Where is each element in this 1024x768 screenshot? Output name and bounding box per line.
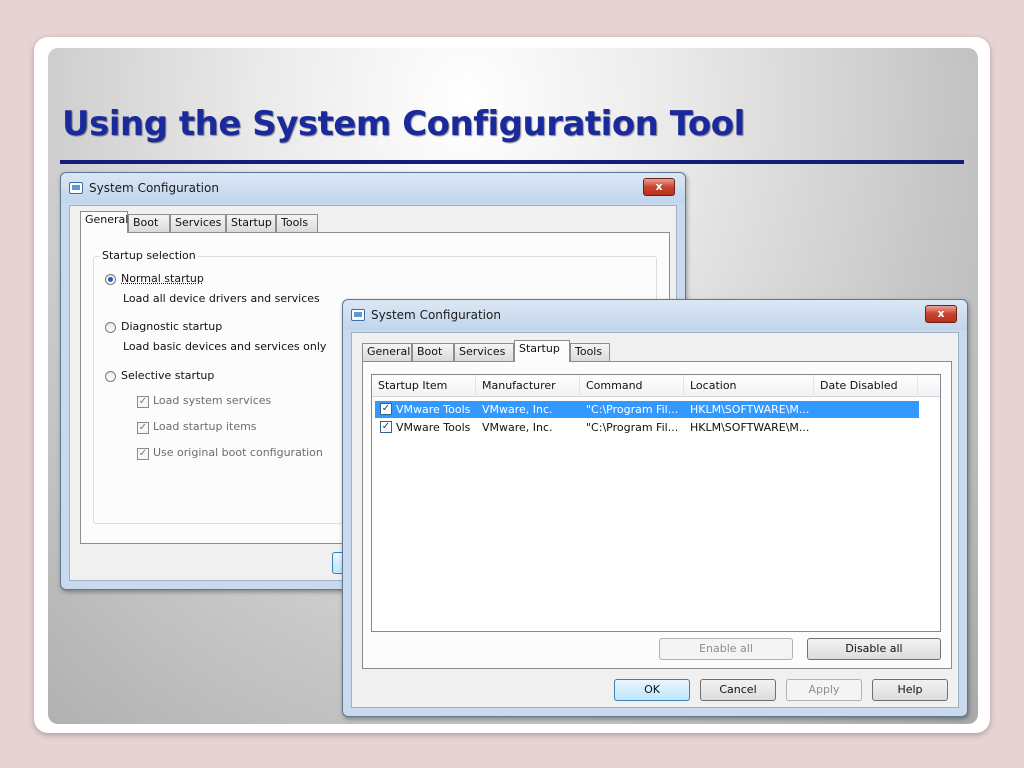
slide-title: Using the System Configuration Tool bbox=[62, 104, 745, 144]
cell-startup-item: VMware Tools bbox=[396, 421, 471, 434]
use-original-boot-config-label: Use original boot configuration bbox=[153, 446, 323, 459]
cell-command: "C:\Program Fil... bbox=[586, 403, 679, 416]
system-configuration-window-startup[interactable]: System Configuration x General Boot Serv… bbox=[342, 299, 968, 717]
diagnostic-startup-label[interactable]: Diagnostic startup bbox=[121, 320, 222, 333]
tab-tools[interactable]: Tools bbox=[276, 214, 318, 232]
selective-startup-label[interactable]: Selective startup bbox=[121, 369, 214, 382]
tab-startup[interactable]: Startup bbox=[514, 340, 570, 362]
tab-strip: General Boot Services Startup Tools bbox=[80, 211, 680, 233]
apply-button[interactable]: Apply bbox=[786, 679, 862, 701]
group-label: Startup selection bbox=[100, 249, 198, 262]
use-original-boot-config-checkbox[interactable]: ✓ bbox=[137, 448, 149, 460]
close-button[interactable]: x bbox=[643, 178, 675, 196]
system-configuration-icon bbox=[69, 182, 83, 194]
load-startup-items-label: Load startup items bbox=[153, 420, 257, 433]
column-manufacturer[interactable]: Manufacturer bbox=[476, 375, 580, 397]
normal-startup-label[interactable]: Normal startup bbox=[121, 272, 204, 285]
diagnostic-startup-radio[interactable] bbox=[105, 322, 116, 333]
column-date-disabled[interactable]: Date Disabled bbox=[814, 375, 918, 397]
tab-general[interactable]: General bbox=[80, 211, 128, 233]
system-configuration-icon bbox=[351, 309, 365, 321]
table-row[interactable]: ✓ VMware Tools VMware, Inc. "C:\Program … bbox=[375, 401, 919, 418]
tab-general[interactable]: General bbox=[362, 343, 412, 361]
load-system-services-checkbox[interactable]: ✓ bbox=[137, 396, 149, 408]
ok-button[interactable]: OK bbox=[614, 679, 690, 701]
row-checkbox[interactable]: ✓ bbox=[380, 421, 392, 433]
cancel-button[interactable]: Cancel bbox=[700, 679, 776, 701]
column-location[interactable]: Location bbox=[684, 375, 814, 397]
tab-strip: General Boot Services Startup Tools bbox=[362, 340, 962, 362]
cell-command: "C:\Program Fil... bbox=[586, 421, 679, 434]
load-startup-items-checkbox[interactable]: ✓ bbox=[137, 422, 149, 434]
close-button[interactable]: x bbox=[925, 305, 957, 323]
list-header: Startup Item Manufacturer Command Locati… bbox=[372, 375, 940, 397]
title-underline bbox=[60, 160, 964, 164]
normal-startup-radio[interactable] bbox=[105, 274, 116, 285]
tab-tools[interactable]: Tools bbox=[570, 343, 610, 361]
column-startup-item[interactable]: Startup Item bbox=[372, 375, 476, 397]
cell-manufacturer: VMware, Inc. bbox=[482, 403, 553, 416]
tab-services[interactable]: Services bbox=[454, 343, 514, 361]
cell-location: HKLM\SOFTWARE\M... bbox=[690, 421, 810, 434]
tab-services[interactable]: Services bbox=[170, 214, 226, 232]
cell-manufacturer: VMware, Inc. bbox=[482, 421, 553, 434]
title-bar[interactable]: System Configuration x bbox=[343, 300, 967, 330]
help-button[interactable]: Help bbox=[872, 679, 948, 701]
normal-startup-description: Load all device drivers and services bbox=[123, 292, 320, 305]
window-title: System Configuration bbox=[371, 308, 501, 322]
selective-startup-radio[interactable] bbox=[105, 371, 116, 382]
table-row[interactable]: ✓ VMware Tools VMware, Inc. "C:\Program … bbox=[375, 419, 919, 436]
startup-tab-panel: Startup Item Manufacturer Command Locati… bbox=[362, 361, 952, 669]
cell-startup-item: VMware Tools bbox=[396, 403, 471, 416]
diagnostic-startup-description: Load basic devices and services only bbox=[123, 340, 327, 353]
tab-boot[interactable]: Boot bbox=[128, 214, 170, 232]
cell-location: HKLM\SOFTWARE\M... bbox=[690, 403, 810, 416]
title-bar[interactable]: System Configuration x bbox=[61, 173, 685, 203]
startup-items-list[interactable]: Startup Item Manufacturer Command Locati… bbox=[371, 374, 941, 632]
tab-boot[interactable]: Boot bbox=[412, 343, 454, 361]
disable-all-button[interactable]: Disable all bbox=[807, 638, 941, 660]
tab-startup[interactable]: Startup bbox=[226, 214, 276, 232]
load-system-services-label: Load system services bbox=[153, 394, 272, 407]
row-checkbox[interactable]: ✓ bbox=[380, 403, 392, 415]
column-command[interactable]: Command bbox=[580, 375, 684, 397]
window-title: System Configuration bbox=[89, 181, 219, 195]
enable-all-button[interactable]: Enable all bbox=[659, 638, 793, 660]
window-client-area: General Boot Services Startup Tools Star… bbox=[351, 332, 959, 708]
